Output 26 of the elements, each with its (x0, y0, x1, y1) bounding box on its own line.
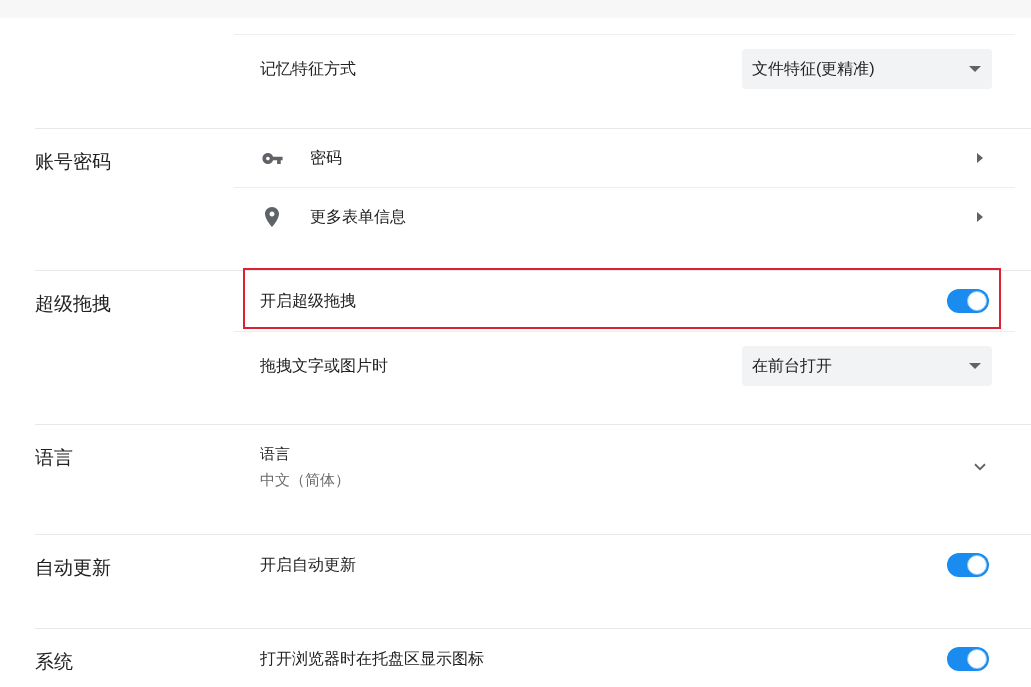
caret-right-icon[interactable] (977, 211, 983, 222)
setting-value: 中文（简体） (260, 470, 350, 490)
caret-down-icon (969, 65, 981, 72)
setting-label: 语言 (260, 444, 291, 464)
setting-label: 开启超级拖拽 (260, 291, 356, 311)
setting-label[interactable]: 更多表单信息 (310, 204, 406, 229)
toggle-switch[interactable] (947, 553, 989, 577)
chevron-down-icon[interactable] (974, 463, 986, 471)
dropdown[interactable]: 文件特征(更精准) (742, 48, 992, 89)
setting-label: 打开浏览器时在托盘区显示图标 (260, 649, 484, 669)
setting-label: 拖拽文字或图片时 (260, 355, 388, 376)
section-label: 语言 (35, 446, 73, 470)
toggle-switch[interactable] (947, 289, 989, 313)
toggle-switch[interactable] (947, 647, 989, 671)
section-label: 超级拖拽 (35, 292, 111, 316)
setting-label: 开启自动更新 (260, 555, 356, 575)
caret-right-icon[interactable] (977, 153, 983, 163)
key-icon (261, 152, 283, 164)
location-pin-icon (265, 206, 279, 227)
setting-label: 记忆特征方式 (260, 58, 356, 79)
dropdown[interactable]: 在前台打开 (742, 345, 992, 386)
section-label: 自动更新 (35, 556, 111, 580)
section-label: 系统 (35, 650, 73, 674)
caret-down-icon (969, 362, 981, 369)
section-label: 账号密码 (35, 150, 111, 174)
setting-label[interactable]: 密码 (310, 146, 342, 170)
